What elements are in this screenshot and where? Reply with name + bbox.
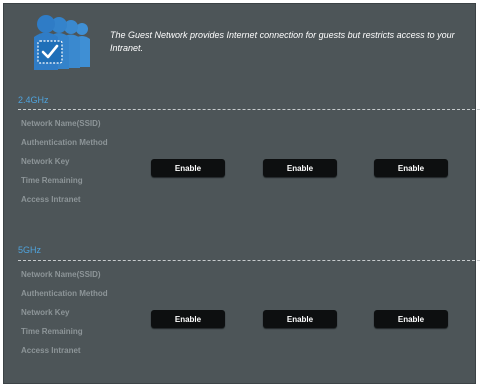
guest-users-icon <box>34 15 90 70</box>
band-label-2-4ghz: 2.4GHz <box>18 95 49 105</box>
field-label-time-remaining: Time Remaining <box>21 327 83 336</box>
band-label-5ghz: 5GHz <box>18 245 42 255</box>
section-divider <box>18 260 480 261</box>
banner-description: The Guest Network provides Internet conn… <box>110 30 455 53</box>
enable-button-5ghz-1[interactable]: Enable <box>151 310 225 328</box>
field-label-time-remaining: Time Remaining <box>21 176 83 185</box>
field-label-auth-method: Authentication Method <box>21 289 108 298</box>
field-label-network-key: Network Key <box>21 308 70 317</box>
section-divider <box>18 109 480 110</box>
guest-network-panel: The Guest Network provides Internet conn… <box>3 3 480 384</box>
field-label-auth-method: Authentication Method <box>21 138 108 147</box>
enable-button-5ghz-3[interactable]: Enable <box>374 310 448 328</box>
field-label-network-key: Network Key <box>21 157 70 166</box>
enable-button-5ghz-2[interactable]: Enable <box>263 310 337 328</box>
field-label-ssid: Network Name(SSID) <box>21 119 101 128</box>
enable-button-2-4ghz-1[interactable]: Enable <box>151 159 225 177</box>
field-label-access-intranet: Access Intranet <box>21 346 81 355</box>
enable-button-2-4ghz-3[interactable]: Enable <box>374 159 448 177</box>
field-label-ssid: Network Name(SSID) <box>21 270 101 279</box>
field-label-access-intranet: Access Intranet <box>21 195 81 204</box>
enable-button-2-4ghz-2[interactable]: Enable <box>263 159 337 177</box>
